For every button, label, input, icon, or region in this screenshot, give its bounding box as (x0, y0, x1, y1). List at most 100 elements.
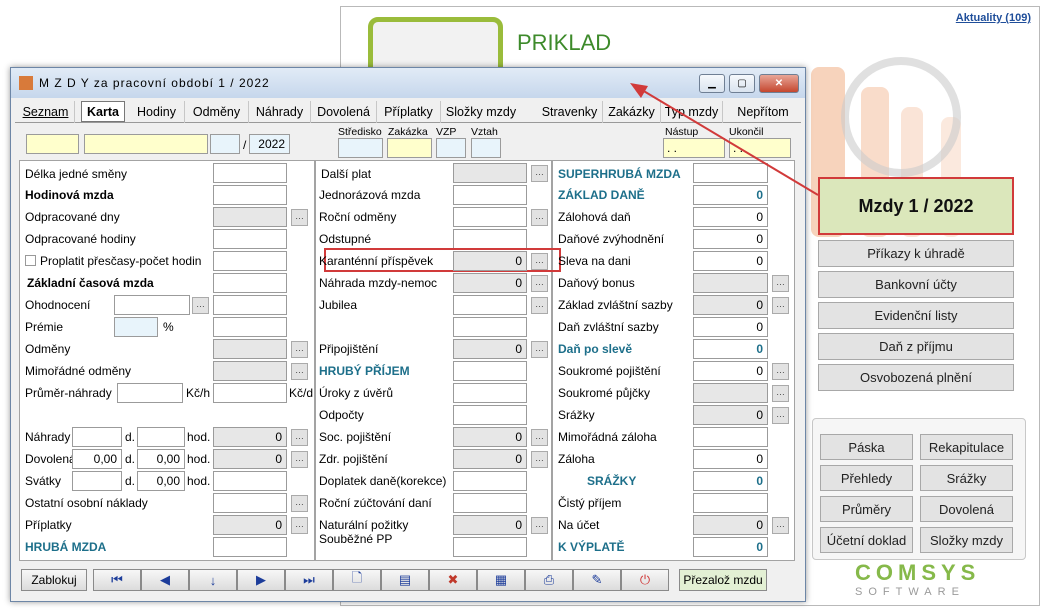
soubezne-field[interactable] (453, 537, 527, 557)
srazky-more-button[interactable]: … (772, 407, 789, 424)
odpracovane-dny-more-button[interactable]: … (291, 209, 308, 226)
delka-smeny-field[interactable] (213, 163, 287, 183)
ucetni-doklad-button[interactable]: Účetní doklad (820, 527, 913, 553)
doplatek-field[interactable] (453, 471, 527, 491)
zablokuj-button[interactable]: Zablokuj (21, 569, 87, 591)
ohodnoceni-value-field[interactable] (213, 295, 287, 315)
proplatit-field[interactable] (213, 251, 287, 271)
prumery-button[interactable]: Průměry (820, 496, 913, 522)
svatky-field[interactable] (213, 471, 287, 491)
period-year-field[interactable]: 2022 (249, 134, 290, 154)
employee-name-field[interactable] (84, 134, 208, 154)
souk-puj-more-button[interactable]: … (772, 385, 789, 402)
rekapitulace-button[interactable]: Rekapitulace (920, 434, 1013, 460)
zakazka-field[interactable] (387, 138, 432, 158)
danovy-bonus-field[interactable] (693, 273, 768, 293)
zakladni-casova-field[interactable] (213, 273, 287, 293)
odpracovane-hodiny-field[interactable] (213, 229, 287, 249)
prezaloz-mzdu-button[interactable]: Přezalož mzdu (679, 569, 767, 591)
bonus-more-button[interactable]: … (772, 275, 789, 292)
jubilea-more-button[interactable]: … (531, 297, 548, 314)
uroky-field[interactable] (453, 383, 527, 403)
odmeny-more-button[interactable]: … (291, 341, 308, 358)
tab-dovolena[interactable]: Dovolená (311, 101, 377, 123)
dovolena-hours-field[interactable]: 0,00 (137, 449, 185, 469)
naturalni-more-button[interactable]: … (531, 517, 548, 534)
srazky-field[interactable]: 0 (693, 405, 768, 425)
nahrady-field[interactable]: 0 (213, 427, 287, 447)
news-link[interactable]: Aktuality (109) (956, 12, 1031, 24)
soukrome-pujcky-field[interactable] (693, 383, 768, 403)
tab-karta[interactable]: Karta (81, 101, 125, 122)
pripojisteni-more-button[interactable]: … (531, 341, 548, 358)
power-icon[interactable]: ⏻ (621, 569, 669, 591)
dovolena-button[interactable]: Dovolená (920, 496, 1013, 522)
ohodnoceni-field[interactable] (114, 295, 190, 315)
mzdy-period-button[interactable]: Mzdy 1 / 2022 (818, 177, 1014, 235)
prehledy-button[interactable]: Přehledy (820, 465, 913, 491)
ukoncil-field[interactable]: . . (729, 138, 791, 158)
ostatni-naklady-field[interactable] (213, 493, 287, 513)
dovolena-more-button[interactable]: … (291, 451, 308, 468)
srazky-button[interactable]: Srážky (920, 465, 1013, 491)
rocni-more-button[interactable]: … (531, 209, 548, 226)
delete-record-icon[interactable]: ✖ (429, 569, 477, 591)
odpracovane-dny-field[interactable] (213, 207, 287, 227)
zalohova-dan-field[interactable]: 0 (693, 207, 768, 227)
hodinova-mzda-field[interactable] (213, 185, 287, 205)
na-ucet-field[interactable]: 0 (693, 515, 768, 535)
zaklad-dane-field[interactable]: 0 (693, 185, 768, 205)
dalsi-plat-more-button[interactable]: … (531, 165, 548, 182)
tab-hodiny[interactable]: Hodiny (129, 101, 185, 123)
menu-dan-button[interactable]: Daň z příjmu (818, 333, 1014, 360)
nahrada-nemoc-field[interactable]: 0 (453, 273, 527, 293)
tab-seznam[interactable]: Seznam (17, 101, 75, 123)
priplatky-field[interactable]: 0 (213, 515, 287, 535)
premie-pct-field[interactable] (114, 317, 158, 337)
print-icon[interactable]: ⎙ (525, 569, 573, 591)
nahrady-more-button[interactable]: … (291, 429, 308, 446)
prev-record-icon[interactable]: ◀ (141, 569, 189, 591)
period-month-field[interactable] (210, 134, 240, 154)
tab-nahrady[interactable]: Náhrady (249, 101, 311, 123)
employee-number-field[interactable] (26, 134, 79, 154)
k-vyplate-field[interactable]: 0 (693, 537, 768, 557)
tab-priplatky[interactable]: Příplatky (377, 101, 441, 123)
naturalni-field[interactable]: 0 (453, 515, 527, 535)
nastup-field[interactable]: . . (663, 138, 725, 158)
stredisko-field[interactable] (338, 138, 383, 158)
paska-button[interactable]: Páska (820, 434, 913, 460)
minimize-button[interactable]: ▁ (699, 74, 725, 93)
sort-icon[interactable]: ↓ (189, 569, 237, 591)
danove-zvyhodneni-field[interactable]: 0 (693, 229, 768, 249)
jednorazova-field[interactable] (453, 185, 527, 205)
odstupne-field[interactable] (453, 229, 527, 249)
souk-poj-more-button[interactable]: … (772, 363, 789, 380)
tools-icon[interactable]: ✎ (573, 569, 621, 591)
menu-osvobozena-button[interactable]: Osvobozená plnění (818, 364, 1014, 391)
tab-stravenky[interactable]: Stravenky (537, 101, 603, 123)
proplatit-checkbox[interactable]: Proplatit přesčasy-počet hodin (25, 254, 201, 268)
dan-zvlastni-field[interactable]: 0 (693, 317, 768, 337)
menu-evidencni-button[interactable]: Evidenční listy (818, 302, 1014, 329)
cisty-prijem-field[interactable] (693, 493, 768, 513)
zaklad-zvlastni-field[interactable]: 0 (693, 295, 768, 315)
svatky-days-field[interactable] (72, 471, 122, 491)
dan-po-sleve-field[interactable]: 0 (693, 339, 768, 359)
nahrady-days-field[interactable] (72, 427, 122, 447)
soc-pojisteni-field[interactable]: 0 (453, 427, 527, 447)
dovolena-days-field[interactable]: 0,00 (72, 449, 122, 469)
odmeny-field[interactable] (213, 339, 287, 359)
new-record-icon[interactable]: 🗋 (333, 569, 381, 591)
rocni-zuctovani-field[interactable] (453, 493, 527, 513)
title-bar[interactable]: M Z D Y za pracovní období 1 / 2022 ▁ ▢ … (11, 68, 805, 98)
jubilea-extra-field[interactable] (453, 317, 527, 337)
odpocty-field[interactable] (453, 405, 527, 425)
svatky-hours-field[interactable]: 0,00 (137, 471, 185, 491)
mimoradne-more-button[interactable]: … (291, 363, 308, 380)
mimoradna-zaloha-field[interactable] (693, 427, 768, 447)
maximize-button[interactable]: ▢ (729, 74, 755, 93)
vztah-field[interactable] (471, 138, 501, 158)
dalsi-plat-field[interactable] (453, 163, 527, 183)
last-record-icon[interactable]: ⏭ (285, 569, 333, 591)
